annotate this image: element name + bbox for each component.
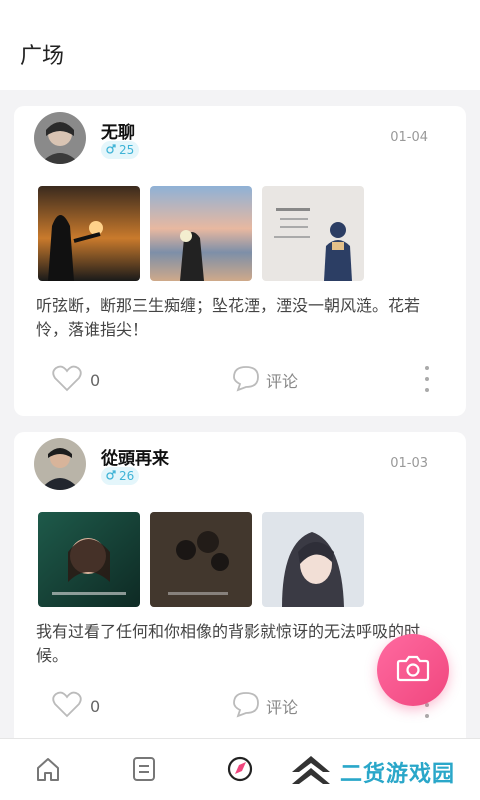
camera-icon (396, 654, 430, 686)
post-photo[interactable] (38, 512, 140, 607)
username[interactable]: 從頭再来 (101, 444, 169, 469)
tab-home[interactable] (32, 755, 64, 787)
post-date: 01-04 (390, 130, 428, 145)
username[interactable]: 无聊 (101, 118, 135, 143)
like-button[interactable]: 0 (52, 364, 100, 396)
tab-square[interactable] (224, 755, 256, 787)
heart-icon (52, 364, 82, 396)
age-value: 26 (119, 469, 135, 483)
comment-button[interactable]: 评论 (232, 364, 298, 396)
avatar[interactable] (34, 438, 86, 490)
camera-button[interactable] (377, 634, 449, 706)
like-count: 0 (90, 370, 101, 390)
post-photo[interactable] (262, 186, 364, 281)
more-options-icon[interactable] (422, 366, 432, 392)
post-photo[interactable] (150, 512, 252, 607)
gender-age-badge: 25 (101, 141, 140, 159)
comment-button[interactable]: 评论 (232, 690, 298, 722)
watermark: 二货游戏园 (288, 752, 455, 792)
home-icon (34, 755, 62, 787)
comment-icon (232, 364, 260, 396)
post-photo[interactable] (262, 512, 364, 607)
square-icon (225, 754, 255, 788)
post-text: 听弦断，断那三生痴缠；坠花湮，湮没一朝风涟。花若怜，落谁指尖！ (36, 296, 421, 339)
post-photo[interactable] (150, 186, 252, 281)
comment-label: 评论 (266, 698, 299, 717)
like-button[interactable]: 0 (52, 690, 100, 722)
top-header: 广场 (0, 0, 480, 90)
comment-label: 评论 (266, 372, 299, 391)
gender-age-badge: 26 (101, 467, 140, 485)
heart-icon (52, 690, 82, 722)
post-photo[interactable] (38, 186, 140, 281)
watermark-text: 二货游戏园 (340, 762, 456, 787)
post-date: 01-03 (390, 456, 428, 471)
tab-list[interactable] (128, 755, 160, 787)
post-actions: 0 评论 (14, 364, 466, 394)
post-card[interactable]: 无聊 25 01-04 听弦断，断那三生痴缠；坠花湮，湮没一朝风涟。花若怜，落谁… (14, 106, 466, 416)
male-icon (106, 467, 116, 485)
watermark-logo-icon (288, 752, 334, 792)
male-icon (106, 141, 116, 159)
age-value: 25 (119, 143, 135, 157)
comment-icon (232, 690, 260, 722)
avatar[interactable] (34, 112, 86, 164)
list-icon (130, 755, 158, 787)
like-count: 0 (90, 696, 101, 716)
page-title: 广场 (20, 44, 65, 69)
